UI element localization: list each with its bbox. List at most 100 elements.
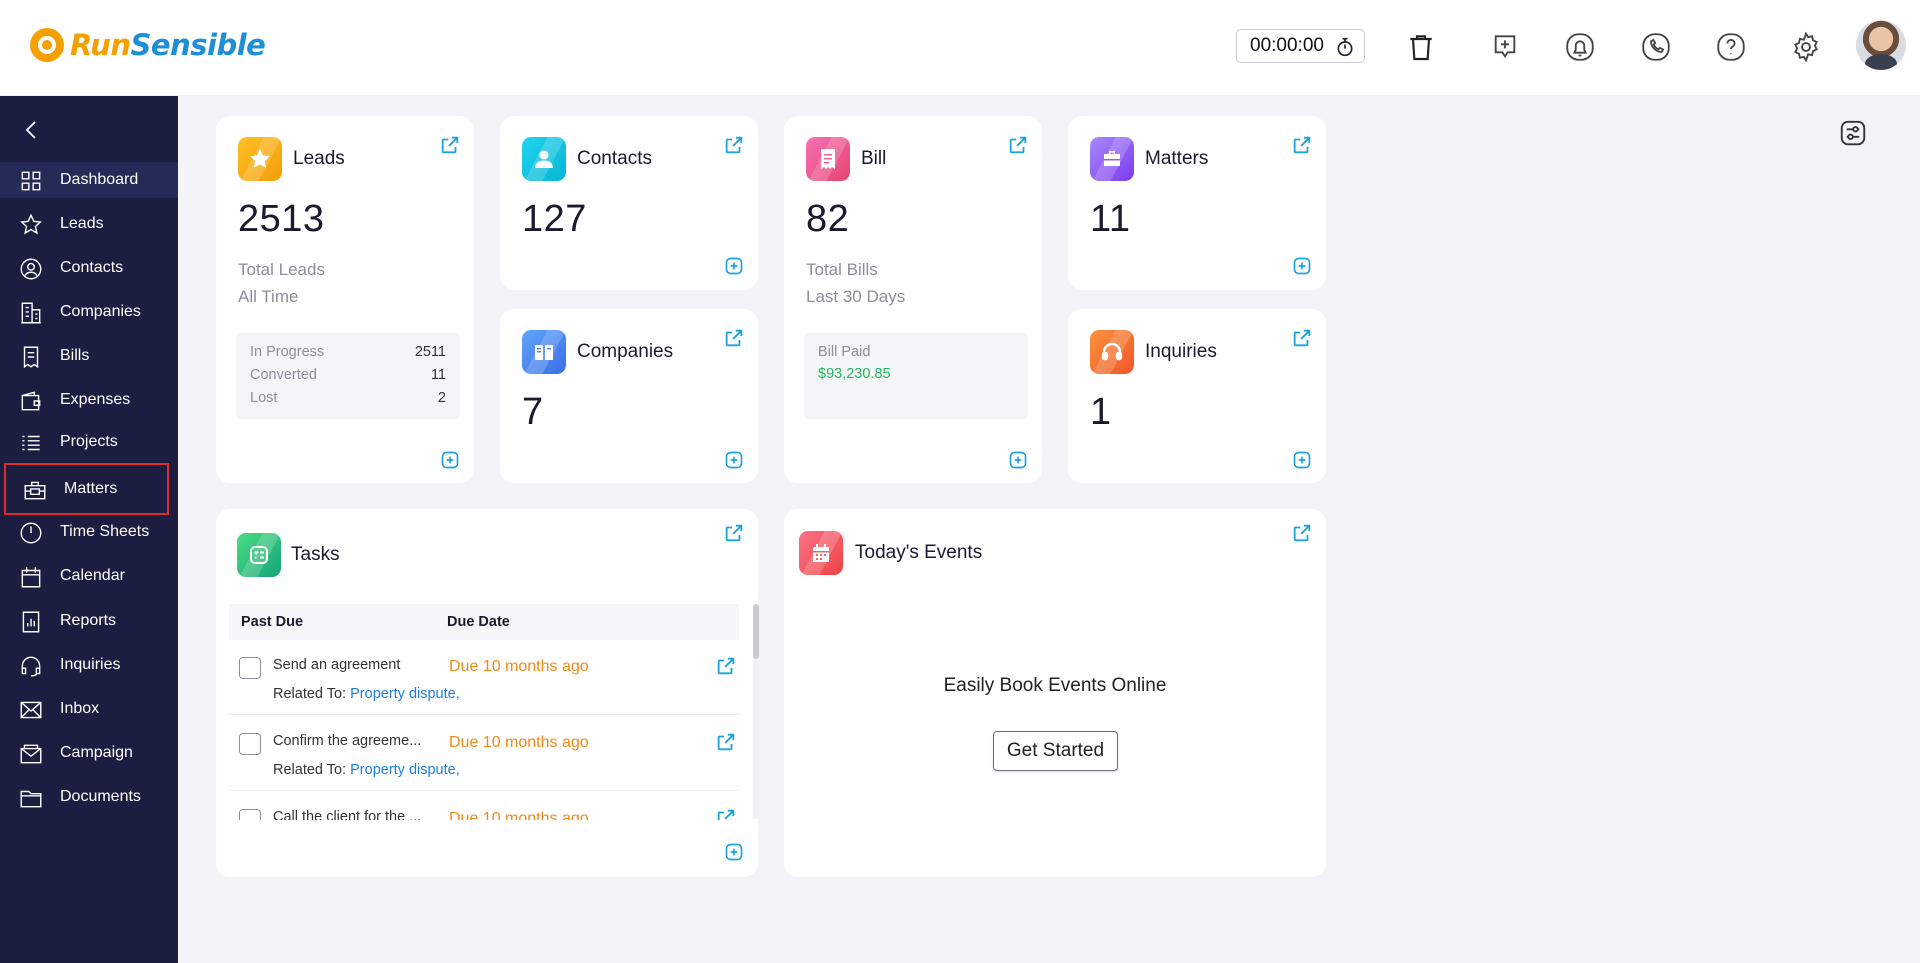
- open-inquiries-icon[interactable]: [1291, 327, 1313, 349]
- sidebar-item-expenses[interactable]: Expenses: [0, 382, 178, 418]
- sidebar-item-label: Projects: [60, 433, 118, 450]
- stopwatch-icon[interactable]: [1335, 37, 1355, 57]
- sidebar-item-inquiries[interactable]: Inquiries: [0, 647, 178, 683]
- sidebar-item-bills[interactable]: Bills: [0, 338, 178, 374]
- open-leads-icon[interactable]: [439, 134, 461, 156]
- open-events-icon[interactable]: [1291, 522, 1313, 544]
- sidebar-item-contacts[interactable]: Contacts: [0, 250, 178, 286]
- receipt-icon: [23, 346, 39, 369]
- tasks-table-header: Past Due Due Date: [229, 604, 739, 640]
- wallet-icon: [21, 391, 41, 411]
- sidebar-item-companies[interactable]: Companies: [0, 294, 178, 330]
- user-icon: [20, 258, 42, 280]
- bill-sub1: Total Bills: [806, 260, 878, 279]
- add-task-icon[interactable]: [724, 842, 744, 862]
- stat-lost: Lost 2: [250, 390, 446, 406]
- add-company-icon[interactable]: [724, 450, 744, 470]
- col-due-date[interactable]: Due Date: [447, 614, 510, 630]
- sidebar-item-documents[interactable]: Documents: [0, 779, 178, 815]
- sidebar-item-leads[interactable]: Leads: [0, 206, 178, 242]
- sidebar-item-label: Campaign: [60, 744, 133, 761]
- sidebar-item-label: Documents: [60, 788, 141, 805]
- book-icon: [522, 330, 566, 374]
- open-bills-icon[interactable]: [1007, 134, 1029, 156]
- add-reminder-icon[interactable]: [1487, 29, 1523, 65]
- sidebar-item-label: Bills: [60, 347, 90, 364]
- bell-icon[interactable]: [1562, 29, 1598, 65]
- gear-icon[interactable]: [1788, 29, 1824, 65]
- events-empty-text: Easily Book Events Online: [943, 675, 1167, 696]
- sidebar-item-label: Leads: [60, 215, 104, 232]
- sidebar-item-dashboard[interactable]: Dashboard: [0, 162, 178, 198]
- runsensible-logo[interactable]: RunSensible: [30, 28, 266, 62]
- sidebar-item-label: Expenses: [60, 391, 131, 408]
- sidebar-item-time-sheets[interactable]: Time Sheets: [0, 514, 178, 550]
- trash-icon[interactable]: [1403, 29, 1439, 65]
- open-task-icon[interactable]: [715, 731, 737, 753]
- sidebar-item-label: Time Sheets: [60, 523, 150, 540]
- sidebar-item-label: Reports: [60, 612, 117, 629]
- open-matters-icon[interactable]: [1291, 134, 1313, 156]
- task-checkbox[interactable]: [239, 809, 261, 820]
- leads-sub2: All Time: [238, 287, 299, 306]
- headset-icon: [21, 656, 41, 677]
- task-checkbox[interactable]: [239, 733, 261, 755]
- open-contacts-icon[interactable]: [723, 134, 745, 156]
- mail-icon: [20, 701, 42, 719]
- leads-count: 2513: [238, 198, 325, 240]
- add-matter-icon[interactable]: [1292, 256, 1312, 276]
- user-avatar[interactable]: [1856, 20, 1906, 70]
- sidebar-item-label: Calendar: [60, 567, 125, 584]
- task-list-icon: [237, 533, 281, 577]
- matters-card: Matters 11: [1068, 116, 1326, 290]
- add-lead-icon[interactable]: [440, 450, 460, 470]
- sidebar-item-matters[interactable]: Matters: [4, 463, 169, 515]
- phone-icon[interactable]: [1638, 29, 1674, 65]
- bill-count: 82: [806, 198, 850, 240]
- col-past-due[interactable]: Past Due: [241, 614, 303, 630]
- sidebar-item-projects[interactable]: Projects: [0, 424, 178, 460]
- sidebar-item-reports[interactable]: Reports: [0, 603, 178, 639]
- task-row[interactable]: Confirm the agreeme... Due 10 months ago R…: [229, 716, 739, 791]
- sidebar-item-label: Matters: [64, 480, 118, 497]
- open-tasks-icon[interactable]: [723, 522, 745, 544]
- add-contact-icon[interactable]: [724, 256, 744, 276]
- companies-title: Companies: [577, 341, 674, 362]
- add-inquiry-icon[interactable]: [1292, 450, 1312, 470]
- task-related-link[interactable]: Property dispute,: [350, 762, 460, 778]
- tasks-scrollbar[interactable]: [753, 604, 759, 819]
- envelope-icon: [20, 744, 42, 764]
- list-icon: [22, 435, 40, 451]
- sidebar-item-campaign[interactable]: Campaign: [0, 735, 178, 771]
- sidebar-item-label: Dashboard: [60, 171, 139, 188]
- add-bill-icon[interactable]: [1008, 450, 1028, 470]
- inquiries-title: Inquiries: [1145, 341, 1217, 362]
- dashboard-settings-icon[interactable]: [1838, 118, 1868, 148]
- get-started-button[interactable]: Get Started: [993, 731, 1118, 771]
- bill-paid-label: Bill Paid: [818, 344, 871, 360]
- task-related-link[interactable]: Property dispute,: [350, 686, 460, 702]
- task-name[interactable]: Confirm the agreeme...: [273, 733, 421, 749]
- leads-title: Leads: [293, 148, 345, 169]
- open-companies-icon[interactable]: [723, 327, 745, 349]
- task-name[interactable]: Call the client for the ...: [273, 809, 421, 820]
- task-checkbox[interactable]: [239, 657, 261, 679]
- sidebar-item-calendar[interactable]: Calendar: [0, 558, 178, 594]
- events-title: Today's Events: [855, 542, 983, 563]
- timer-widget[interactable]: 00:00:00: [1236, 29, 1365, 63]
- bill-paid-value: $93,230.85: [818, 366, 891, 382]
- leads-card: Leads 2513 Total Leads All Time In Progr…: [216, 116, 474, 483]
- sidebar-item-inbox[interactable]: Inbox: [0, 691, 178, 727]
- open-task-icon[interactable]: [715, 655, 737, 677]
- chart-icon: [22, 611, 40, 633]
- open-task-icon[interactable]: [715, 807, 737, 820]
- task-name[interactable]: Send an agreement: [273, 657, 400, 673]
- collapse-sidebar-icon[interactable]: [20, 118, 44, 142]
- contacts-title: Contacts: [577, 148, 652, 169]
- task-related: Related To: Property dispute,: [273, 686, 460, 702]
- help-icon[interactable]: [1713, 29, 1749, 65]
- task-related: Related To: Property dispute,: [273, 762, 460, 778]
- task-row[interactable]: Send an agreement Due 10 months ago Relate…: [229, 640, 739, 715]
- task-row[interactable]: Call the client for the ... Due 10 months…: [229, 792, 739, 820]
- stat-in-progress: In Progress 2511: [250, 344, 446, 360]
